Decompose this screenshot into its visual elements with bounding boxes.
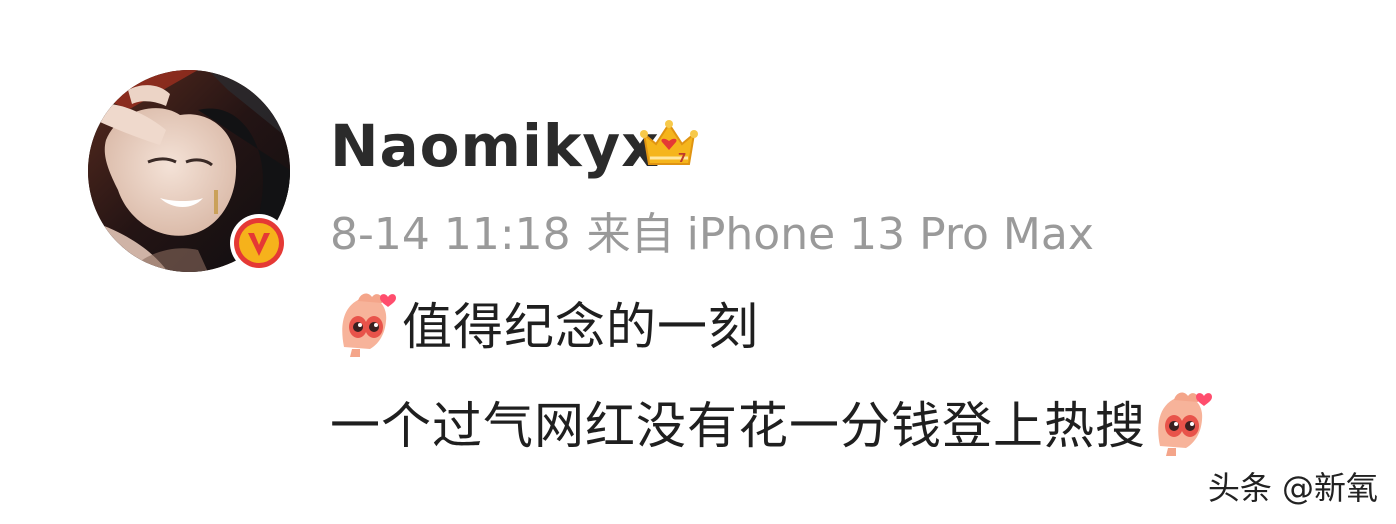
shy-emoji-icon [1158,392,1212,456]
crown-icon: 7 [638,112,700,174]
post-line-2: 一个过气网红没有花一分钱登上热搜 [330,382,1218,462]
post-meta: 8-14 11:18 来自 iPhone 13 Pro Max [330,205,1094,265]
shy-emoji-icon [342,293,396,357]
watermark: 头条 @新氧 [1207,469,1378,507]
post-time: 8-14 11:18 [330,209,571,260]
post-text-line-2: 一个过气网红没有花一分钱登上热搜 [330,397,1146,455]
svg-text:7: 7 [678,151,686,165]
username[interactable]: Naomikyx [330,108,660,184]
verified-badge [228,212,290,274]
verified-v-icon [230,214,288,272]
crown-icon: 7 [640,120,698,165]
post-text-line-1: 值得纪念的一刻 [402,298,759,356]
post-source-label: 来自 [586,209,675,260]
post-device[interactable]: iPhone 13 Pro Max [687,209,1094,260]
post-line-1: 值得纪念的一刻 [330,288,759,358]
